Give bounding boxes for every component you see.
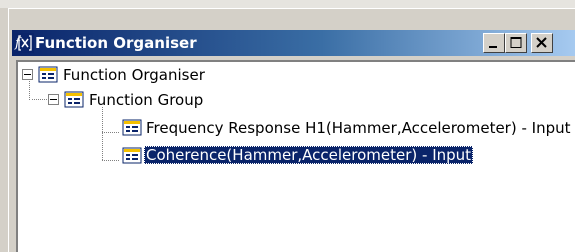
tree-connector (29, 78, 30, 100)
tree-item-coherence[interactable]: Coherence(Hammer,Accelerometer) - Input (144, 146, 474, 164)
function-item-icon (122, 147, 142, 164)
minimize-button[interactable] (483, 33, 505, 53)
tree-connector (32, 99, 49, 100)
maximize-button[interactable] (505, 33, 527, 53)
function-group-icon (64, 91, 84, 108)
tree-item-function-organiser[interactable]: Function Organiser (63, 66, 205, 84)
close-button[interactable] (531, 33, 553, 53)
tree-connector (102, 132, 119, 133)
tree-connector (102, 160, 119, 161)
function-tree-view[interactable]: Function Organiser Function Group Freque… (16, 60, 575, 252)
function-group-icon (38, 66, 58, 83)
desktop-strip (0, 0, 575, 8)
minus-box-icon[interactable] (22, 69, 33, 80)
tree-item-function-group[interactable]: Function Group (89, 91, 203, 109)
function-item-icon (122, 119, 142, 136)
maximize-icon (510, 37, 522, 48)
close-icon (536, 37, 547, 48)
tree-connector (102, 107, 103, 160)
function-organiser-icon[interactable]: f (14, 33, 34, 53)
tree-item-frequency-response[interactable]: Frequency Response H1(Hammer,Acceleromet… (146, 119, 571, 137)
minimize-icon (489, 46, 497, 48)
window-title: Function Organiser (35, 34, 197, 52)
minus-box-icon[interactable] (48, 94, 59, 105)
